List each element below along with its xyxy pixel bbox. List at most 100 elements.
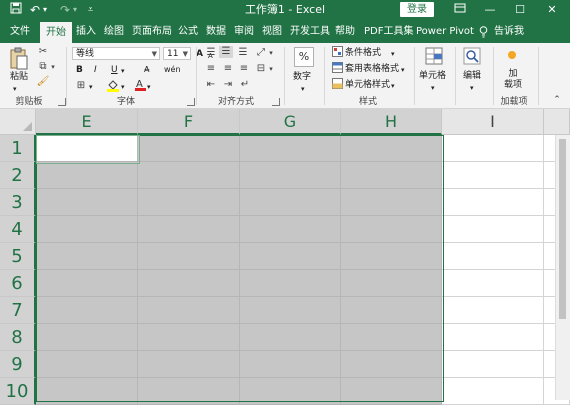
- border-dropdown-icon[interactable]: ▾: [89, 81, 93, 93]
- cell[interactable]: [341, 297, 442, 324]
- tab-power-pivot[interactable]: Power Pivot: [416, 23, 474, 40]
- number-dropdown-icon[interactable]: ▾: [301, 83, 305, 95]
- row-header[interactable]: 7: [0, 297, 36, 324]
- underline-dropdown-icon[interactable]: ▾: [121, 65, 125, 77]
- column-header-h[interactable]: H: [341, 109, 442, 135]
- grow-font-button[interactable]: A: [196, 48, 203, 60]
- ribbon-display-icon[interactable]: [448, 1, 472, 19]
- font-name-combo[interactable]: 等线 ▼: [72, 47, 160, 60]
- login-button[interactable]: 登录: [400, 2, 434, 17]
- paste-button[interactable]: 粘贴: [10, 71, 28, 83]
- tab-pdf-tools[interactable]: PDF工具集: [364, 23, 413, 40]
- orientation-icon[interactable]: ⤢: [254, 47, 268, 59]
- cut-icon[interactable]: ✂: [36, 46, 50, 58]
- alignment-launcher-icon[interactable]: [272, 98, 280, 106]
- editing-icon[interactable]: [462, 47, 482, 69]
- format-as-table-button[interactable]: 套用表格格式: [345, 63, 399, 75]
- align-right-icon[interactable]: ≡: [237, 63, 251, 75]
- select-all-button[interactable]: [0, 109, 36, 135]
- row-header[interactable]: 5: [0, 243, 36, 270]
- align-bottom-icon[interactable]: ☰: [236, 47, 250, 59]
- align-middle-icon[interactable]: ☰: [219, 46, 233, 58]
- cell[interactable]: [240, 324, 341, 351]
- cell[interactable]: [36, 378, 138, 405]
- cell[interactable]: [36, 162, 138, 189]
- addins-icon[interactable]: [505, 49, 519, 65]
- cell[interactable]: [240, 297, 341, 324]
- cell[interactable]: [138, 324, 240, 351]
- tab-review[interactable]: 审阅: [234, 23, 254, 40]
- cell[interactable]: [341, 270, 442, 297]
- cell[interactable]: [442, 162, 544, 189]
- cell[interactable]: [36, 189, 138, 216]
- clear-format-icon[interactable]: A̶: [144, 64, 149, 76]
- cell[interactable]: [240, 351, 341, 378]
- vertical-scrollbar[interactable]: [555, 135, 570, 400]
- cell[interactable]: [36, 216, 138, 243]
- scrollbar-thumb[interactable]: [559, 139, 566, 319]
- cell[interactable]: [442, 135, 544, 162]
- cell[interactable]: [36, 351, 138, 378]
- row-header[interactable]: 9: [0, 351, 36, 378]
- cells-dropdown-icon[interactable]: ▾: [431, 82, 435, 94]
- cell[interactable]: [36, 324, 138, 351]
- increase-indent-icon[interactable]: ⇥: [221, 79, 235, 91]
- cell-styles-button[interactable]: 单元格样式: [345, 79, 390, 91]
- cell[interactable]: [138, 378, 240, 405]
- row-header[interactable]: 3: [0, 189, 36, 216]
- cell[interactable]: [442, 189, 544, 216]
- cell[interactable]: [442, 216, 544, 243]
- cell[interactable]: [240, 189, 341, 216]
- clipboard-launcher-icon[interactable]: [58, 98, 66, 106]
- cell[interactable]: [138, 351, 240, 378]
- row-header[interactable]: 4: [0, 216, 36, 243]
- cell[interactable]: [442, 378, 544, 405]
- maximize-button[interactable]: ☐: [508, 1, 532, 19]
- bold-button[interactable]: B: [76, 64, 83, 76]
- row-header[interactable]: 8: [0, 324, 36, 351]
- border-icon[interactable]: ⊞: [74, 80, 88, 92]
- italic-button[interactable]: I: [94, 64, 97, 76]
- column-header-f[interactable]: F: [138, 109, 240, 135]
- tab-developer[interactable]: 开发工具: [290, 23, 330, 40]
- phonetic-button[interactable]: wén: [164, 64, 181, 76]
- cell[interactable]: [138, 135, 240, 162]
- row-header[interactable]: 1: [0, 135, 36, 162]
- cells-icon[interactable]: [424, 47, 444, 69]
- font-size-combo[interactable]: 11 ▼: [163, 47, 191, 60]
- cell[interactable]: [36, 297, 138, 324]
- cell[interactable]: [341, 351, 442, 378]
- paste-dropdown-icon[interactable]: ▾: [13, 83, 17, 95]
- number-format-icon[interactable]: %: [294, 47, 314, 67]
- decrease-indent-icon[interactable]: ⇤: [204, 79, 218, 91]
- copy-icon[interactable]: ⧉: [36, 61, 50, 73]
- cell[interactable]: [240, 378, 341, 405]
- cell[interactable]: [341, 162, 442, 189]
- cell[interactable]: [240, 162, 341, 189]
- align-top-icon[interactable]: ☰: [204, 47, 218, 59]
- cell[interactable]: [442, 324, 544, 351]
- fill-color-dropdown-icon[interactable]: ▾: [121, 81, 125, 93]
- cell[interactable]: [138, 189, 240, 216]
- cell[interactable]: [442, 270, 544, 297]
- fill-color-icon[interactable]: [106, 79, 120, 96]
- cells-button[interactable]: 单元格: [419, 70, 446, 82]
- minimize-button[interactable]: —: [478, 1, 502, 19]
- editing-button[interactable]: 编辑: [463, 70, 481, 82]
- tab-page-layout[interactable]: 页面布局: [132, 23, 172, 40]
- cell[interactable]: [138, 270, 240, 297]
- cell[interactable]: [138, 162, 240, 189]
- cell[interactable]: [240, 135, 341, 162]
- cell[interactable]: [138, 216, 240, 243]
- row-header[interactable]: 2: [0, 162, 36, 189]
- align-center-icon[interactable]: ≡: [221, 63, 235, 75]
- cell[interactable]: [442, 243, 544, 270]
- tab-file[interactable]: 文件: [10, 23, 30, 40]
- merge-center-icon[interactable]: ⊟: [254, 63, 268, 75]
- cell[interactable]: [341, 135, 442, 162]
- tab-home[interactable]: 开始: [40, 22, 72, 43]
- wrap-text-icon[interactable]: ↵: [238, 79, 252, 91]
- orientation-dropdown-icon[interactable]: ▾: [267, 47, 275, 59]
- font-color-icon[interactable]: A: [134, 78, 146, 95]
- cell[interactable]: [442, 297, 544, 324]
